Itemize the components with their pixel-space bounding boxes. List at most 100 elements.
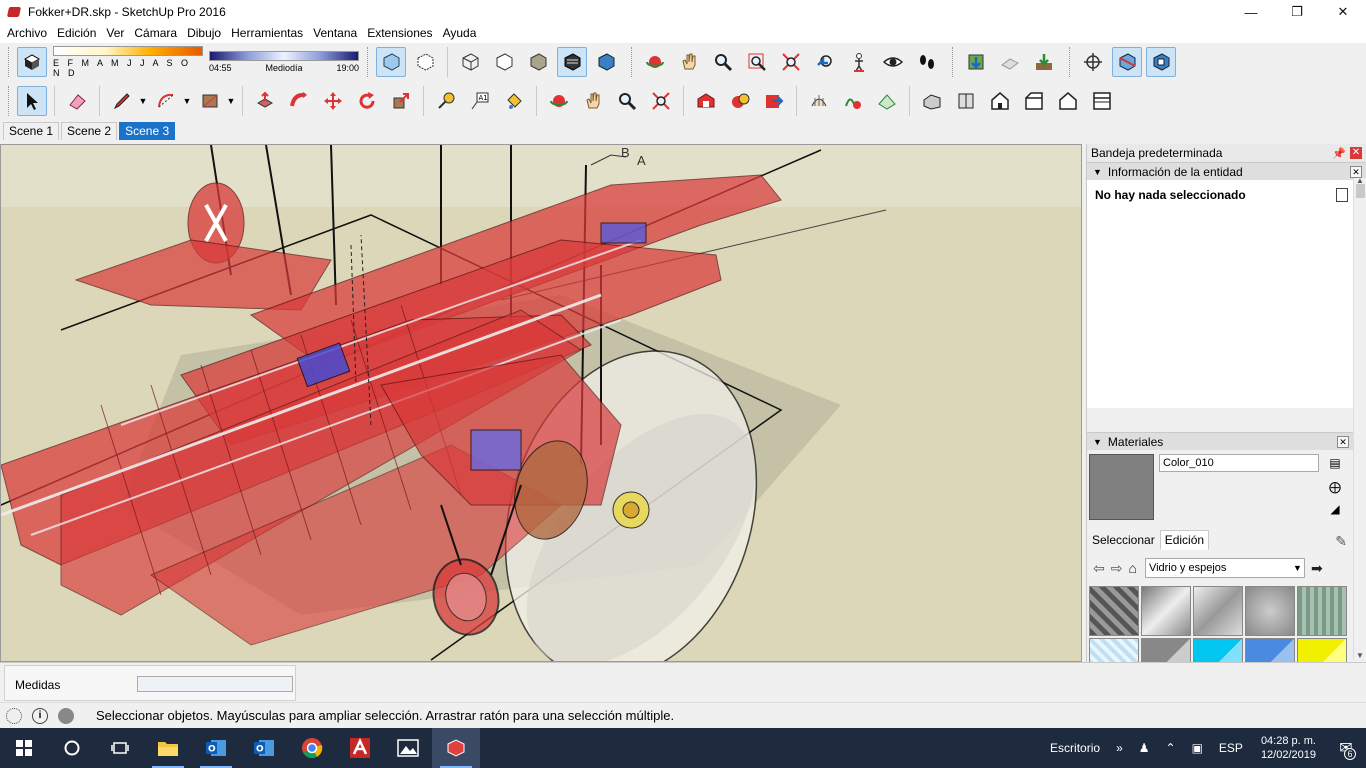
shaded-textures-button[interactable] — [557, 47, 587, 77]
previous-view-button[interactable] — [810, 47, 840, 77]
menu-ver[interactable]: Ver — [101, 24, 129, 43]
current-material-swatch[interactable] — [1089, 454, 1154, 520]
material-swatch[interactable] — [1245, 638, 1295, 662]
back-edges-button[interactable] — [410, 47, 440, 77]
default-material-icon[interactable]: ◢ — [1327, 500, 1343, 518]
pan-tool-button-2[interactable] — [578, 86, 608, 116]
shadow-date-slider[interactable]: E F M A M J J A S O N D — [53, 45, 203, 79]
toggle-terrain-button[interactable] — [995, 47, 1025, 77]
3d-warehouse-button[interactable] — [691, 86, 721, 116]
scene-tab-2[interactable]: Scene 2 — [61, 122, 118, 140]
menu-camara[interactable]: Cámara — [129, 24, 182, 43]
battery-icon[interactable]: ▣ — [1184, 741, 1211, 755]
display-secondary-pane-icon[interactable]: ▤ — [1327, 454, 1343, 472]
scene-tab-1[interactable]: Scene 1 — [3, 122, 60, 140]
months-gradient[interactable] — [53, 46, 203, 56]
toolbar-grip[interactable] — [631, 47, 634, 77]
iso-view-button[interactable] — [917, 86, 947, 116]
menu-dibujo[interactable]: Dibujo — [182, 24, 226, 43]
back-view-button[interactable] — [1053, 86, 1083, 116]
pan-tool-button[interactable] — [674, 47, 704, 77]
forward-arrow-icon[interactable]: ⇨ — [1111, 560, 1123, 577]
toolbar-grip[interactable] — [8, 47, 11, 77]
file-explorer-button[interactable] — [144, 728, 192, 768]
outlook-2-button[interactable]: O — [240, 728, 288, 768]
zoom-tool-button[interactable] — [708, 47, 738, 77]
rotate-tool-button[interactable] — [352, 86, 382, 116]
arc-tool-dropdown[interactable]: ▼ — [181, 86, 193, 116]
move-tool-button[interactable] — [318, 86, 348, 116]
photo-textures-button[interactable] — [1029, 47, 1059, 77]
toolbar-expand-icon[interactable]: » — [1108, 741, 1131, 755]
chrome-button[interactable] — [288, 728, 336, 768]
left-view-button[interactable] — [1087, 86, 1117, 116]
material-swatch[interactable] — [1297, 586, 1347, 636]
shadows-toggle-button[interactable] — [17, 47, 47, 77]
shaded-button[interactable] — [523, 47, 553, 77]
line-tool-button[interactable] — [107, 86, 137, 116]
follow-me-tool-button[interactable] — [284, 86, 314, 116]
menu-ayuda[interactable]: Ayuda — [438, 24, 482, 43]
toolbar-grip[interactable] — [952, 47, 955, 77]
front-view-button[interactable] — [985, 86, 1015, 116]
toolbar-grip[interactable] — [367, 47, 370, 77]
tray-scrollbar[interactable]: ▲ ▼ — [1353, 176, 1366, 660]
minimize-button[interactable]: — — [1228, 0, 1274, 24]
toolbar-grip[interactable] — [8, 85, 11, 116]
collapse-triangle-icon[interactable]: ▼ — [1093, 437, 1102, 447]
rectangle-tool-dropdown[interactable]: ▼ — [225, 86, 237, 116]
create-material-icon[interactable]: ⨁ — [1327, 478, 1343, 496]
zoom-extents-button-2[interactable] — [646, 86, 676, 116]
add-location-button[interactable] — [961, 47, 991, 77]
right-view-button[interactable] — [1019, 86, 1049, 116]
outlook-button[interactable]: O — [192, 728, 240, 768]
arc-tool-button[interactable] — [151, 86, 181, 116]
text-tool-button[interactable]: A1 — [465, 86, 495, 116]
sandbox-scratch-button[interactable] — [838, 86, 868, 116]
position-camera-button[interactable] — [844, 47, 874, 77]
scroll-thumb[interactable] — [1356, 184, 1365, 198]
material-swatch[interactable] — [1141, 638, 1191, 662]
measurements-input[interactable] — [137, 676, 293, 692]
xray-style-button[interactable] — [376, 47, 406, 77]
display-section-cuts-button[interactable] — [1146, 47, 1176, 77]
display-section-planes-button[interactable] — [1112, 47, 1142, 77]
rectangle-tool-button[interactable] — [195, 86, 225, 116]
zoom-extents-button[interactable] — [776, 47, 806, 77]
sketchup-taskbar-button[interactable] — [432, 728, 480, 768]
material-swatch[interactable] — [1297, 638, 1347, 662]
walk-button[interactable] — [912, 47, 942, 77]
task-view-button[interactable] — [96, 728, 144, 768]
people-icon[interactable]: ♟ — [1131, 741, 1158, 755]
tray-close-button[interactable]: ✕ — [1350, 146, 1362, 159]
material-name-field[interactable]: Color_010 — [1159, 454, 1319, 472]
show-hidden-icons-icon[interactable]: ⌃ — [1158, 741, 1184, 755]
material-swatch[interactable] — [1089, 586, 1139, 636]
material-swatch[interactable] — [1089, 638, 1139, 662]
section-plane-button[interactable] — [1078, 47, 1108, 77]
orbit-tool-button-2[interactable] — [544, 86, 574, 116]
zoom-tool-button-2[interactable] — [612, 86, 642, 116]
entity-info-header[interactable]: ▼ Información de la entidad ✕ — [1087, 162, 1366, 180]
back-arrow-icon[interactable]: ⇦ — [1093, 560, 1105, 577]
material-swatch[interactable] — [1245, 586, 1295, 636]
eyedropper-icon[interactable]: ✎ — [1335, 533, 1347, 550]
drawing-viewport[interactable]: B A — [0, 144, 1082, 662]
hidden-line-button[interactable] — [489, 47, 519, 77]
desktop-toolbar-label[interactable]: Escritorio — [1042, 741, 1108, 755]
tab-edicion[interactable]: Edición — [1159, 530, 1210, 550]
entity-details-toggle-icon[interactable] — [1336, 188, 1348, 202]
pin-icon[interactable]: 📌 — [1332, 147, 1346, 160]
scene-tab-3[interactable]: Scene 3 — [119, 122, 176, 140]
line-tool-dropdown[interactable]: ▼ — [137, 86, 149, 116]
tape-measure-button[interactable] — [431, 86, 461, 116]
sandbox-smoove-button[interactable] — [872, 86, 902, 116]
push-pull-tool-button[interactable] — [250, 86, 280, 116]
monochrome-button[interactable] — [591, 47, 621, 77]
photos-button[interactable] — [384, 728, 432, 768]
wireframe-button[interactable] — [455, 47, 485, 77]
maximize-button[interactable]: ❐ — [1274, 0, 1320, 24]
toolbar-grip[interactable] — [1069, 47, 1072, 77]
top-view-button[interactable] — [951, 86, 981, 116]
materials-header[interactable]: ▼ Materiales ✕ — [1087, 432, 1353, 450]
